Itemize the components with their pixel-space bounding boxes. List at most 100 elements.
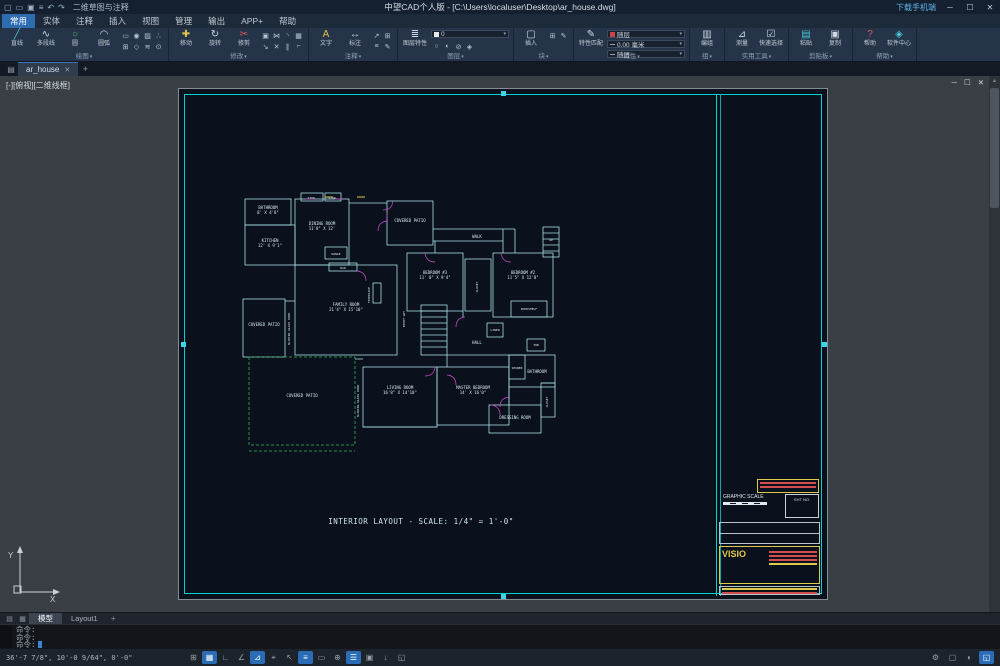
insert-block-tool[interactable]: ▢ 插入 [518,29,544,48]
lineweight-select[interactable]: 0.00 毫米 ▾ [607,40,685,48]
layer-select[interactable]: 0 ▾ [431,30,509,38]
text-tool[interactable]: A 文字 [313,29,339,48]
workspace-selector[interactable]: 二维草图与注释 [73,2,129,13]
layout-list-icon[interactable]: ▤ [3,613,16,624]
donut-icon[interactable]: ⊙ [153,41,164,52]
ribbon-tab-home[interactable]: 常用 [2,14,35,28]
minimize-button[interactable]: ─ [944,3,956,12]
quick-select-tool[interactable]: ☑ 快速选择 [758,29,784,48]
viewport-grip[interactable] [181,342,186,347]
polar-toggle-icon[interactable]: ∠ [234,651,249,664]
doc-minimize-icon[interactable]: ─ [952,78,957,87]
create-block-icon[interactable]: ⊞ [547,30,558,41]
ribbon-tab-view[interactable]: 视图 [134,14,167,28]
trim-tool[interactable]: ✂ 修剪 [231,29,257,48]
viewport-grip[interactable] [501,91,506,96]
layer-freeze-icon[interactable]: ◐ [442,41,453,52]
vertical-scrollbar[interactable]: ▲ [989,76,1000,612]
add-layout-button[interactable]: + [107,613,120,624]
match-properties-tool[interactable]: ✎ 特性匹配 [578,29,604,48]
maximize-button[interactable]: ☐ [964,3,976,12]
group-label-clipboard[interactable]: 剪贴板▾ [789,53,852,61]
transparency-toggle-icon[interactable]: ⊕ [330,651,345,664]
ribbon-tab-insert[interactable]: 插入 [101,14,134,28]
layout-grid-icon[interactable]: ▦ [16,613,29,624]
offset-icon[interactable]: ∥ [282,41,293,52]
redo-icon[interactable]: ↷ [58,3,65,12]
group-label-properties[interactable]: 特性▾ [574,53,689,61]
annotation-toggle-icon[interactable]: ▣ [362,651,377,664]
hatch-icon[interactable]: ▨ [142,30,153,41]
group-label-draw[interactable]: 绘图▾ [0,53,168,61]
scale-icon[interactable]: ↘ [260,41,271,52]
isolate-objects-icon[interactable]: ◐ [962,651,977,664]
layer-on-icon[interactable]: ○ [431,41,442,52]
rectangle-icon[interactable]: ▭ [120,30,131,41]
fillet-icon[interactable]: ◝ [282,30,293,41]
edit-text-icon[interactable]: ✎ [382,41,393,52]
layer-properties-tool[interactable]: ≣ 图层特性 [402,29,428,48]
edit-block-icon[interactable]: ✎ [558,30,569,41]
layer-lock-icon[interactable]: ⊘ [453,41,464,52]
viewport-grip[interactable] [501,594,506,599]
paste-tool[interactable]: ▤ 粘贴 [793,29,819,48]
color-select[interactable]: 随层 ▾ [607,30,685,38]
mirror-icon[interactable]: ⋈ [271,30,282,41]
viewport-controls[interactable]: [-][俯视][二维线框] [6,80,70,91]
new-tab-button[interactable]: + [78,62,92,76]
doc-restore-icon[interactable]: ☐ [964,78,971,87]
line-tool[interactable]: ╱ 直线 [4,29,30,48]
drawing-home-icon[interactable]: ▤ [4,62,18,76]
scrollbar-thumb[interactable] [990,88,999,208]
copy-clip-tool[interactable]: ▣ 复制 [822,29,848,48]
group-label-block[interactable]: 块▾ [514,53,573,61]
undo-icon[interactable]: ↶ [47,3,54,12]
move-tool[interactable]: ✚ 移动 [173,29,199,48]
viewport-grip[interactable] [822,342,827,347]
ducs-toggle-icon[interactable]: ↖ [282,651,297,664]
cycle-toggle-icon[interactable]: ☰ [346,651,361,664]
group-tool[interactable]: ▥ 编组 [694,29,720,48]
layer-isolate-icon[interactable]: ◈ [464,41,475,52]
mtext-icon[interactable]: ≡ [371,41,382,52]
measure-tool[interactable]: ⊿ 测量 [729,29,755,48]
explode-icon[interactable]: ⌐ [293,41,304,52]
ribbon-tab-annotate[interactable]: 注释 [68,14,101,28]
table-icon[interactable]: ⊞ [120,41,131,52]
group-label-utilities[interactable]: 实用工具▾ [725,53,788,61]
polygon-icon[interactable]: ◇ [131,41,142,52]
otrack-toggle-icon[interactable]: ⌖ [266,651,281,664]
group-label-modify[interactable]: 修改▾ [169,53,308,61]
paper-sheet[interactable]: BATHROOM 8' X 4'8" KITCHEN 12' X 9'1" DI… [178,88,828,600]
full-screen-icon[interactable]: ◱ [979,651,994,664]
rotate-tool[interactable]: ↻ 旋转 [202,29,228,48]
copy-icon[interactable]: ▣ [260,30,271,41]
units-toggle-icon[interactable]: ↓ [378,651,393,664]
lineweight-toggle-icon[interactable]: ▭ [314,651,329,664]
group-label-layers[interactable]: 图层▾ [398,53,513,61]
ortho-toggle-icon[interactable]: ∟ [218,651,233,664]
spline-icon[interactable]: ≋ [142,41,153,52]
download-mobile-link[interactable]: 下载手机端 [896,2,936,13]
table-icon[interactable]: ⊞ [382,30,393,41]
group-label-group[interactable]: 组▾ [690,53,724,61]
tab-model[interactable]: 模型 [29,613,62,624]
document-tab-ar-house[interactable]: ar_house ✕ [18,62,78,76]
ribbon-tab-manage[interactable]: 管理 [167,14,200,28]
open-file-icon[interactable]: ▭ [16,3,24,12]
clean-screen-toggle-icon[interactable]: ◱ [394,651,409,664]
drawing-area[interactable]: [-][俯视][二维线框] ─ ☐ ✕ [0,76,1000,612]
dimension-tool[interactable]: ↔ 标注 [342,29,368,48]
help-tool[interactable]: ? 帮助 [857,29,883,48]
app-center-tool[interactable]: ◈ 软件中心 [886,29,912,48]
circle-tool[interactable]: ○ 圆 [62,29,88,48]
osnap-toggle-icon[interactable]: ⊿ [250,651,265,664]
group-label-help[interactable]: 帮助▾ [853,53,916,61]
plot-icon[interactable]: ≡ [39,3,44,12]
arc-tool[interactable]: ◠ 圆弧 [91,29,117,48]
ellipse-icon[interactable]: ◉ [131,30,142,41]
point-icon[interactable]: ∴ [153,30,164,41]
close-button[interactable]: ✕ [984,3,996,12]
polyline-tool[interactable]: ∿ 多段线 [33,29,59,48]
ribbon-tab-output[interactable]: 输出 [200,14,233,28]
